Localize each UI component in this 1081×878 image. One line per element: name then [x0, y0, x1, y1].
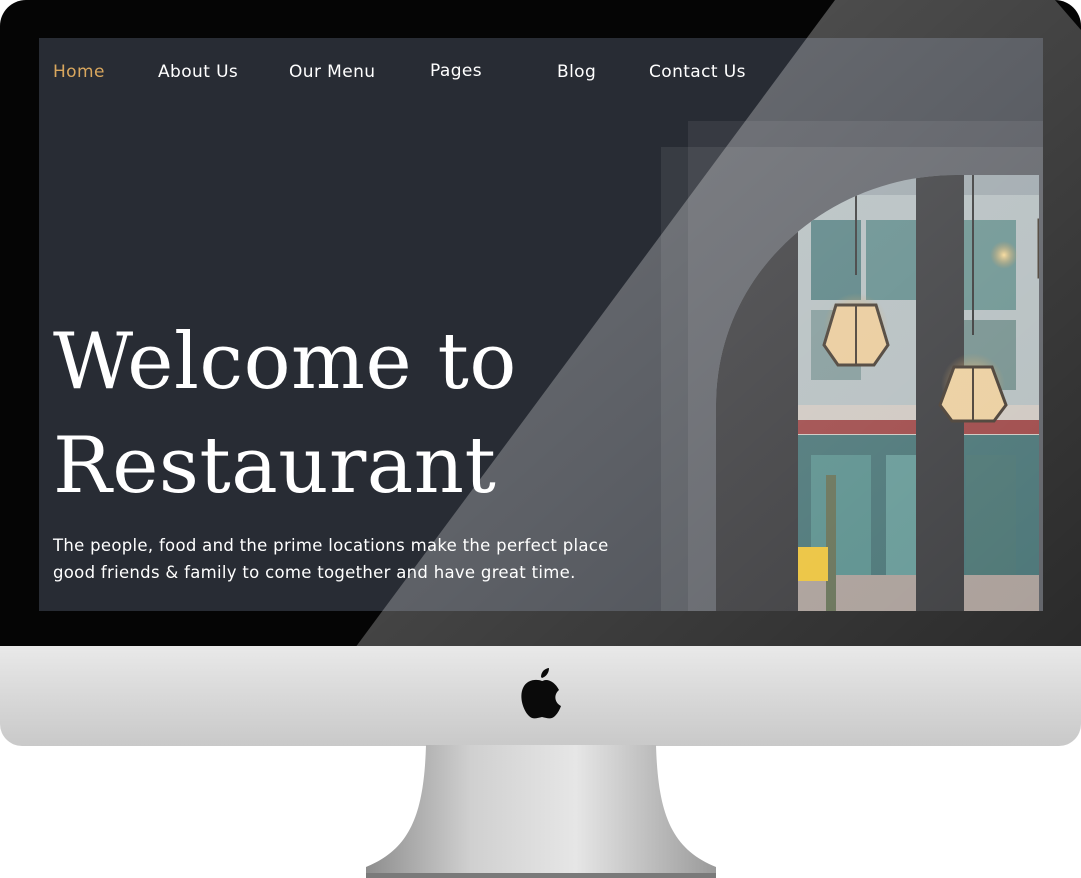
hero-title-line-1: Welcome to [53, 317, 517, 407]
website-screen: Home About Us Our Menu Pages Blog Contac… [39, 38, 1043, 611]
hero-description: The people, food and the prime locations… [53, 532, 653, 586]
monitor-stand [366, 745, 716, 878]
hero-description-line-1: The people, food and the prime locations… [53, 536, 609, 555]
main-navigation: Home About Us Our Menu Pages Blog Contac… [39, 38, 1043, 110]
hero-title-line-2: Restaurant [53, 421, 497, 511]
nav-item-our-menu[interactable]: Our Menu [289, 62, 375, 82]
hero-description-line-2: good friends & family to come together a… [53, 563, 576, 582]
nav-item-pages[interactable]: Pages [430, 61, 482, 81]
nav-item-home[interactable]: Home [53, 62, 105, 82]
hero-title: Welcome to Restaurant [53, 310, 673, 518]
apple-logo-icon [521, 668, 561, 719]
hero-photo [716, 175, 1039, 611]
nav-item-blog[interactable]: Blog [557, 62, 596, 82]
nav-item-about-us[interactable]: About Us [158, 62, 238, 82]
nav-item-contact-us[interactable]: Contact Us [649, 62, 746, 82]
